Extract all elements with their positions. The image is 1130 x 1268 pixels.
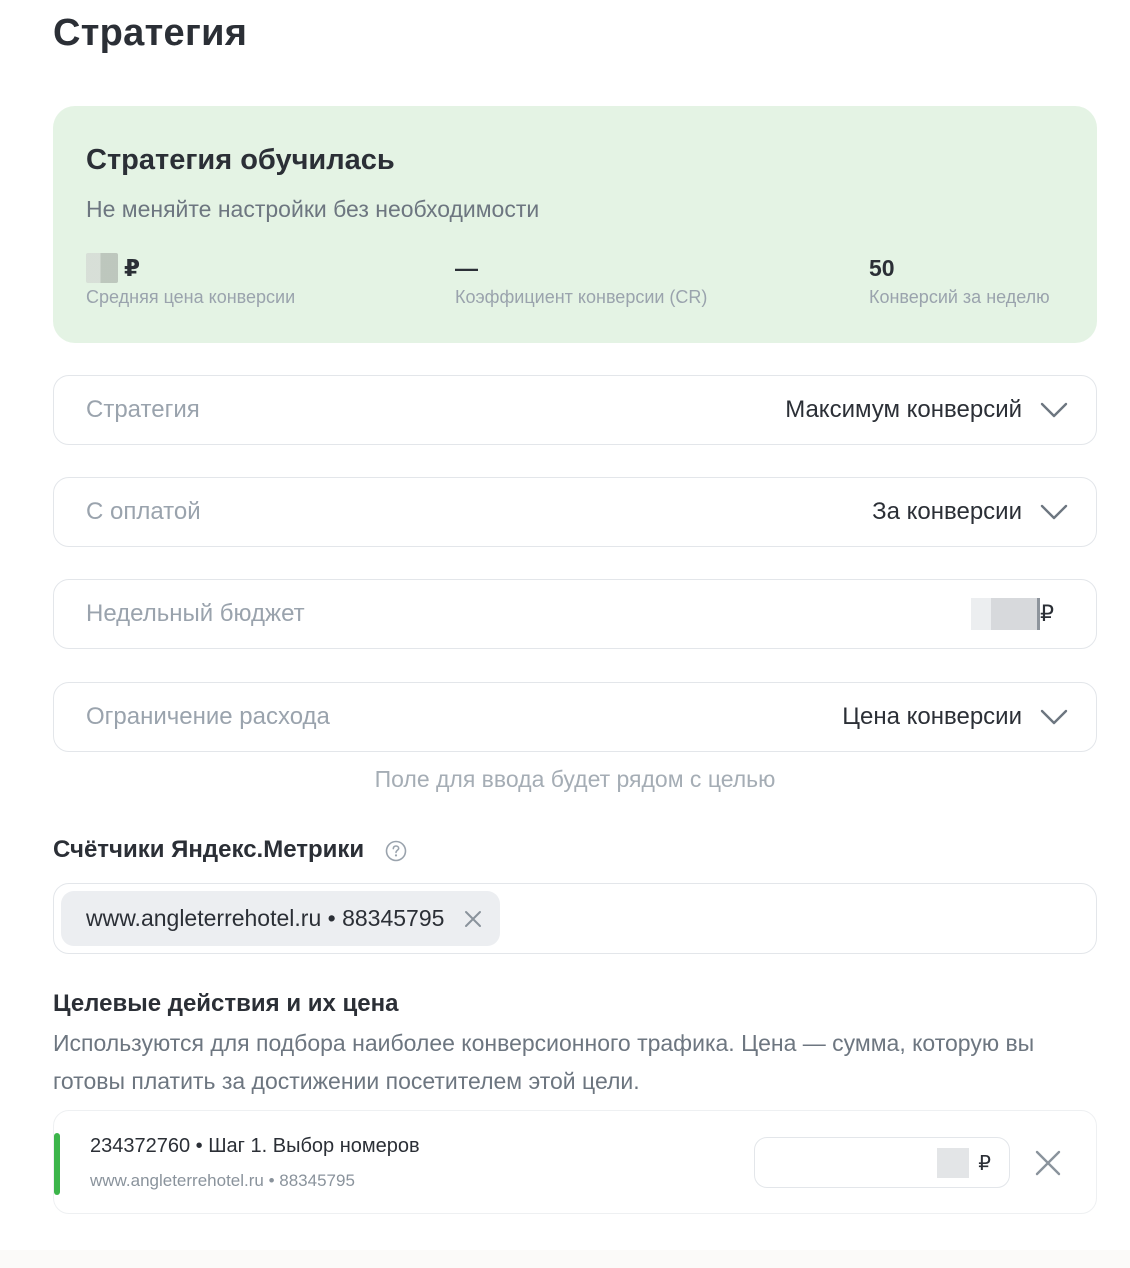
field-hint: Поле для ввода будет рядом с целью — [374, 766, 776, 792]
strategy-status-card: Стратегия обучилась Не меняйте настройки… — [53, 106, 1097, 343]
metric-avg-conversion-price: ₽ Средняя цена конверсии — [86, 252, 295, 308]
field-label: Ограничение расхода — [86, 703, 330, 730]
page-title: Стратегия — [53, 12, 248, 54]
counter-chip: www.angleterrehotel.ru • 88345795 — [61, 891, 501, 946]
close-icon[interactable] — [464, 910, 482, 928]
help-icon[interactable] — [385, 840, 407, 862]
currency-symbol: ₽ — [1040, 601, 1054, 626]
redacted-value — [937, 1148, 969, 1178]
weekly-budget-input[interactable]: Недельный бюджет ₽ — [53, 579, 1097, 649]
spend-limit-select[interactable]: Ограничение расхода Цена конверсии — [53, 682, 1097, 752]
field-label: Стратегия — [86, 396, 200, 423]
status-subtitle: Не меняйте настройки без необходимости — [86, 196, 540, 222]
page-footer-strip — [0, 1250, 1130, 1268]
field-value: Цена конверсии — [842, 703, 1022, 730]
metric-conversion-rate: — Коэффициент конверсии (CR) — [455, 252, 707, 308]
field-value: За конверсии — [872, 498, 1022, 525]
field-label: С оплатой — [86, 498, 201, 525]
payment-select[interactable]: С оплатой За конверсии — [53, 477, 1097, 547]
chevron-down-icon — [1040, 402, 1068, 418]
metric-label: Конверсий за неделю — [869, 287, 1050, 307]
remove-goal-icon[interactable] — [1034, 1149, 1062, 1177]
field-label: Недельный бюджет — [86, 600, 305, 627]
currency-symbol: ₽ — [978, 1153, 991, 1175]
metric-label: Коэффициент конверсии (CR) — [455, 287, 708, 307]
section-title-text: Счётчики Яндекс.Метрики — [53, 836, 365, 863]
metric-value: — — [455, 254, 478, 281]
counters-section-title: Счётчики Яндекс.Метрики — [53, 836, 407, 864]
goals-section-title: Целевые действия и их цена — [53, 990, 399, 1017]
redacted-value: ₽ — [971, 598, 1054, 630]
metric-value: 50 — [869, 254, 895, 281]
strategy-select[interactable]: Стратегия Максимум конверсий — [53, 375, 1097, 445]
redacted-value — [86, 253, 118, 283]
metric-value: ₽ — [124, 254, 141, 281]
chevron-down-icon — [1040, 709, 1068, 725]
metrika-counters-field[interactable]: www.angleterrehotel.ru • 88345795 — [53, 883, 1097, 954]
metric-weekly-conversions: 50 Конверсий за неделю — [869, 252, 1050, 308]
goal-accent-bar — [54, 1133, 60, 1195]
goals-section-description: Используются для подбора наиболее конвер… — [53, 1030, 1035, 1094]
field-value: Максимум конверсий — [785, 396, 1022, 423]
goal-price-input[interactable]: ₽ — [754, 1137, 1010, 1188]
goal-subtitle: www.angleterrehotel.ru • 88345795 — [90, 1171, 355, 1190]
goal-item: 234372760 • Шаг 1. Выбор номеров www.ang… — [53, 1110, 1097, 1214]
metric-label: Средняя цена конверсии — [86, 287, 296, 307]
chip-label: www.angleterrehotel.ru • 88345795 — [86, 905, 445, 931]
chevron-down-icon — [1040, 504, 1068, 520]
status-title: Стратегия обучилась — [86, 144, 395, 176]
goal-title: 234372760 • Шаг 1. Выбор номеров — [90, 1135, 420, 1157]
